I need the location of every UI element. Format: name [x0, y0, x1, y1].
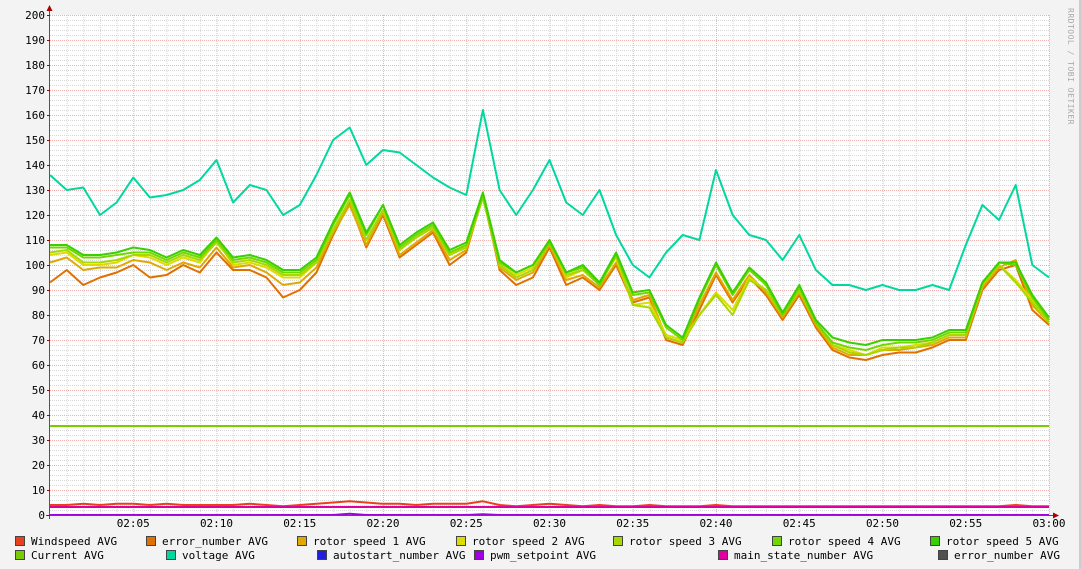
- legend-label: rotor speed 5 AVG: [946, 535, 1059, 548]
- x-tick-label: 02:45: [783, 517, 816, 530]
- y-tick-label: 10: [32, 484, 45, 497]
- y-tick-label: 60: [32, 359, 45, 372]
- x-tick-label: 02:55: [949, 517, 982, 530]
- legend-item: error_number AVG: [938, 549, 1060, 562]
- x-tick-label: 02:10: [200, 517, 233, 530]
- x-tick-label: 02:40: [699, 517, 732, 530]
- legend-swatch: [15, 550, 25, 560]
- rrdtool-credit: RRDTOOL / TOBI OETIKER: [1066, 8, 1075, 125]
- legend-swatch: [474, 550, 484, 560]
- legend-label: Current AVG: [31, 549, 104, 562]
- legend-item: voltage AVG: [166, 549, 255, 562]
- y-tick-label: 0: [38, 509, 45, 522]
- legend-swatch: [146, 536, 156, 546]
- legend-label: voltage AVG: [182, 549, 255, 562]
- x-tick-labels: 02:05 02:10 02:15 02:20 02:25 02:30 02:35 02:40…: [117, 517, 1066, 530]
- y-tick-label: 110: [25, 234, 45, 247]
- x-tick-label: 02:25: [450, 517, 483, 530]
- legend-item: Current AVG: [15, 549, 104, 562]
- y-tick-label: 20: [32, 459, 45, 472]
- y-tick-label: 200: [25, 9, 45, 22]
- y-axis-arrow: [46, 5, 53, 11]
- legend-swatch: [930, 536, 940, 546]
- legend-item: pwm_setpoint AVG: [474, 549, 596, 562]
- legend-label: pwm_setpoint AVG: [490, 549, 596, 562]
- legend-swatch: [718, 550, 728, 560]
- legend-label: error_number AVG: [162, 535, 268, 548]
- y-tick-label: 190: [25, 34, 45, 47]
- legend-item: Windspeed AVG: [15, 535, 117, 548]
- legend-label: autostart_number AVG: [333, 549, 466, 562]
- x-tick-label: 02:50: [866, 517, 899, 530]
- y-tick-label: 170: [25, 84, 45, 97]
- y-tick-label: 40: [32, 409, 45, 422]
- y-tick-label: 90: [32, 284, 45, 297]
- legend-label: main_state_number AVG: [734, 549, 874, 562]
- y-tick-label: 180: [25, 59, 45, 72]
- legend-swatch: [772, 536, 782, 546]
- y-tick-label: 70: [32, 334, 45, 347]
- y-tick-label: 120: [25, 209, 45, 222]
- legend-item: rotor speed 1 AVG: [297, 535, 426, 548]
- y-tick-label: 150: [25, 134, 45, 147]
- legend-label: rotor speed 1 AVG: [313, 535, 426, 548]
- x-tick-label: 02:35: [616, 517, 649, 530]
- legend-label: error_number AVG: [954, 549, 1060, 562]
- legend-item: rotor speed 5 AVG: [930, 535, 1059, 548]
- legend-label: rotor speed 2 AVG: [472, 535, 585, 548]
- x-tick-label: 03:00: [1032, 517, 1065, 530]
- y-tick-label: 130: [25, 184, 45, 197]
- legend-item: rotor speed 4 AVG: [772, 535, 901, 548]
- legend-item: autostart_number AVG: [317, 549, 465, 562]
- legend-label: rotor speed 3 AVG: [629, 535, 742, 548]
- legend-swatch: [297, 536, 307, 546]
- legend-item: rotor speed 2 AVG: [456, 535, 585, 548]
- x-tick-label: 02:20: [366, 517, 399, 530]
- legend-label: rotor speed 4 AVG: [788, 535, 901, 548]
- legend-swatch: [15, 536, 25, 546]
- y-tick-label: 50: [32, 384, 45, 397]
- y-tick-label: 140: [25, 159, 45, 172]
- legend-item: error_number AVG: [146, 535, 268, 548]
- y-tick-label: 80: [32, 309, 45, 322]
- legend-item: main_state_number AVG: [718, 549, 873, 562]
- legend-swatch: [456, 536, 466, 546]
- legend-swatch: [166, 550, 176, 560]
- y-tick-label: 160: [25, 109, 45, 122]
- legend-label: Windspeed AVG: [31, 535, 118, 548]
- legend-swatch: [317, 550, 327, 560]
- x-tick-label: 02:15: [283, 517, 316, 530]
- legend-swatch: [613, 536, 623, 546]
- y-tick-label: 30: [32, 434, 45, 447]
- legend-item: rotor speed 3 AVG: [613, 535, 742, 548]
- x-tick-label: 02:05: [117, 517, 150, 530]
- line-chart: 0 10 20 30 40 50 60 70 80 90 100 110 120 130 140 150 160…: [25, 5, 1066, 530]
- x-tick-label: 02:30: [533, 517, 566, 530]
- y-tick-labels: 0 10 20 30 40 50 60 70 80 90 100 110 120 130 140 150 160…: [25, 9, 50, 522]
- y-tick-label: 100: [25, 259, 45, 272]
- legend-swatch: [938, 550, 948, 560]
